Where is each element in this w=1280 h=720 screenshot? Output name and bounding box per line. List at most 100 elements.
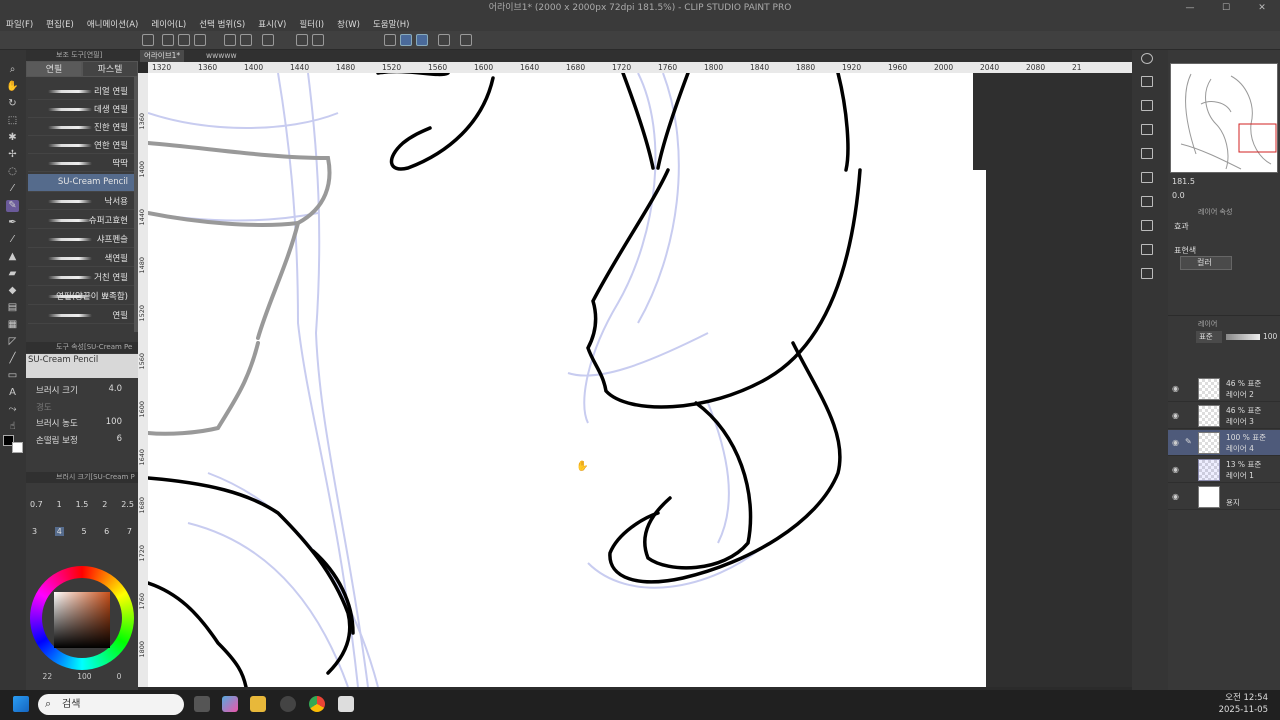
layer-row[interactable]: ◉ 46 % 표준 레이어 2	[1168, 376, 1280, 402]
crop-icon[interactable]	[312, 34, 324, 46]
correction-icon[interactable]: ⤳	[6, 404, 19, 416]
ruler-icon[interactable]	[438, 34, 450, 46]
search-icon[interactable]	[1141, 53, 1153, 64]
maximize-button[interactable]: ☐	[1208, 0, 1244, 16]
gradient-icon[interactable]: ▤	[6, 302, 19, 314]
folder-icon[interactable]	[1141, 220, 1153, 231]
size-option-selected[interactable]: 4	[54, 527, 64, 536]
layer-icon[interactable]	[1141, 100, 1153, 111]
blend-mode-select[interactable]: 표준	[1196, 331, 1222, 343]
doc-tab[interactable]: wwwww	[202, 50, 241, 62]
save-icon[interactable]	[194, 34, 206, 46]
layer-row[interactable]: ◉ 46 % 표준 레이어 3	[1168, 403, 1280, 429]
frame-icon[interactable]: ▦	[6, 319, 19, 331]
transform-icon[interactable]	[262, 34, 274, 46]
new-icon[interactable]	[162, 34, 174, 46]
history-icon[interactable]	[1141, 172, 1153, 183]
move-icon[interactable]: ✋	[6, 81, 19, 93]
new-file-icon[interactable]	[142, 34, 154, 46]
copilot-icon[interactable]	[222, 696, 238, 712]
layer-row-selected[interactable]: ◉ ✎ 100 % 표준 레이어 4	[1168, 430, 1280, 456]
brush-icon[interactable]: ⁄	[6, 234, 19, 246]
menu-selection[interactable]: 선택 범위(S)	[199, 18, 245, 30]
brush-item[interactable]: 거친 연필	[28, 268, 134, 286]
pencil-mode-icon[interactable]	[400, 34, 412, 46]
brush-item[interactable]: 연한 연필	[28, 136, 134, 154]
gallery-icon[interactable]	[1141, 244, 1153, 255]
brush-item[interactable]: 낙서용	[28, 192, 134, 210]
tab-pencil[interactable]: 연필	[26, 61, 82, 77]
text-icon[interactable]: A	[6, 387, 19, 399]
saturation-value-square[interactable]	[54, 592, 110, 648]
size-option[interactable]: 1.5	[76, 500, 89, 509]
opacity-value[interactable]: 100	[1263, 332, 1277, 341]
select-icon[interactable]: ⬚	[6, 115, 19, 127]
size-option[interactable]: 6	[104, 527, 109, 536]
canvas-area[interactable]: ✋	[148, 73, 1132, 687]
undo-icon[interactable]	[224, 34, 236, 46]
line-icon[interactable]: ╱	[6, 353, 19, 365]
size-option[interactable]: 5	[81, 527, 86, 536]
close-panel-icon[interactable]	[1141, 124, 1153, 135]
brush-size-row[interactable]: 브러시 크기 4.0	[36, 384, 136, 398]
task-view-icon[interactable]	[194, 696, 210, 712]
menu-view[interactable]: 표시(V)	[258, 18, 286, 30]
background-color[interactable]	[12, 442, 23, 453]
taskbar-search[interactable]: 검색	[38, 694, 184, 715]
zoom-icon[interactable]: ⌕	[6, 64, 19, 76]
menu-filter[interactable]: 필터(I)	[299, 18, 324, 30]
clock[interactable]: 오전 12:54 2025-11-05	[1219, 692, 1268, 716]
menu-edit[interactable]: 편집(E)	[46, 18, 74, 30]
rotate-icon[interactable]: ↻	[6, 98, 19, 110]
brush-item[interactable]: 연필(양끝이 뾰족함)	[28, 287, 134, 305]
blend-icon[interactable]: ☝	[6, 421, 19, 433]
figure-icon[interactable]: ◸	[6, 336, 19, 348]
minimize-button[interactable]: —	[1172, 0, 1208, 16]
pen-mode-icon[interactable]	[384, 34, 396, 46]
eraser-icon[interactable]: ▰	[6, 268, 19, 280]
lasso-icon[interactable]: ◌	[6, 166, 19, 178]
menu-animation[interactable]: 애니메이션(A)	[87, 18, 139, 30]
open-icon[interactable]	[178, 34, 190, 46]
pencil-icon[interactable]: ✎	[6, 200, 19, 212]
brush-item[interactable]: 슈퍼고효현	[28, 211, 134, 229]
balloon-icon[interactable]: ▭	[6, 370, 19, 382]
size-option[interactable]: 7	[127, 527, 132, 536]
tab-pastel[interactable]: 파스텔	[82, 61, 138, 77]
size-option[interactable]: 1	[57, 500, 62, 509]
layer-row[interactable]: ◉ 용지	[1168, 484, 1280, 510]
brush-item[interactable]: 리얼 연필	[28, 82, 134, 100]
brush-mode-icon[interactable]	[416, 34, 428, 46]
menu-layer[interactable]: 레이어(L)	[151, 18, 186, 30]
windows-start-icon[interactable]	[13, 696, 29, 712]
brush-item[interactable]: 진한 연필	[28, 118, 134, 136]
doc-tab-active[interactable]: 어라이브1*	[140, 50, 185, 62]
brush-item[interactable]: 연필	[28, 306, 134, 324]
operation-icon[interactable]: ✢	[6, 149, 19, 161]
material-icon[interactable]	[1141, 148, 1153, 159]
pen-icon[interactable]: ✒	[6, 217, 19, 229]
size-option[interactable]: 2	[102, 500, 107, 509]
brush-item-selected[interactable]: SU-Cream Pencil	[28, 174, 134, 192]
brush-item[interactable]: 딱딱	[28, 154, 134, 172]
brush-item[interactable]: 샤프펜슬	[28, 230, 134, 248]
snap-icon[interactable]	[460, 34, 472, 46]
layer-row[interactable]: ◉ 13 % 표준 레이어 1	[1168, 457, 1280, 483]
magic-wand-icon[interactable]: ✱	[6, 132, 19, 144]
size-option[interactable]: 2.5	[121, 500, 134, 509]
close-button[interactable]: ✕	[1244, 0, 1280, 16]
expression-color-select[interactable]: 컬러	[1180, 256, 1232, 270]
fill-bucket-icon[interactable]: ◆	[6, 285, 19, 297]
airbrush-icon[interactable]: ▲	[6, 251, 19, 263]
rotation-value[interactable]: 0.0	[1172, 191, 1185, 200]
canvas-drawing[interactable]: ✋	[148, 73, 1132, 687]
brush-item[interactable]: 데생 연필	[28, 100, 134, 118]
clip-studio-paint-icon[interactable]	[338, 696, 354, 712]
hardness-row[interactable]: 경도	[36, 401, 136, 415]
stabilization-row[interactable]: 손떨림 보정 6	[36, 434, 136, 448]
navigator-preview[interactable]	[1170, 63, 1278, 173]
fill-icon[interactable]	[296, 34, 308, 46]
density-row[interactable]: 브러시 농도 100	[36, 417, 136, 431]
size-option[interactable]: 0.7	[30, 500, 43, 509]
close-panel-icon[interactable]	[1141, 76, 1153, 87]
